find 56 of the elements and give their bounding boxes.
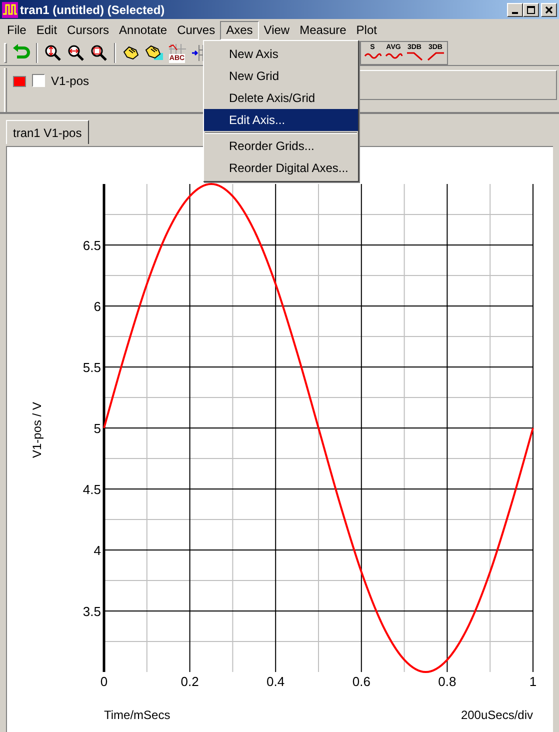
menu-item[interactable]: Plot <box>351 20 382 40</box>
close-button[interactable] <box>541 2 557 16</box>
menu-item[interactable]: New Axis <box>204 43 358 65</box>
app-logo-icon <box>2 2 18 18</box>
scale-label: 200uSecs/div <box>460 708 533 722</box>
menu-item[interactable]: File <box>2 20 32 40</box>
zoom-icon <box>90 44 108 62</box>
x-tick-label: 0.4 <box>266 674 285 689</box>
menu-item[interactable]: Delete Axis/Grid <box>204 87 358 109</box>
falling-edge-icon <box>406 52 424 60</box>
rising-edge-icon <box>426 52 444 60</box>
y-tick-label: 6.5 <box>82 238 101 253</box>
wave-icon <box>384 52 402 60</box>
legend-label: V1-pos <box>51 74 90 89</box>
wave-icon <box>364 52 382 60</box>
menu-item[interactable]: View <box>258 20 295 40</box>
zoom-button[interactable] <box>89 42 109 62</box>
menu-item[interactable]: Annotate <box>114 20 172 40</box>
menu-item[interactable]: Reorder Grids... <box>204 135 358 157</box>
menu-item[interactable]: Cursors <box>62 20 114 40</box>
close-icon <box>544 4 554 14</box>
tab[interactable]: tran1 V1-pos <box>6 120 89 144</box>
menu-item[interactable]: Reorder Digital Axes... <box>204 157 358 179</box>
x-tick-label: 1 <box>529 674 537 689</box>
maximize-icon <box>526 4 536 14</box>
x-tick-label: 0.2 <box>180 674 199 689</box>
x-tick-label: 0 <box>100 674 108 689</box>
checkbox[interactable] <box>32 74 45 87</box>
y-tick-label: 6 <box>94 299 101 314</box>
y-axis-title: V1-pos / V <box>30 402 44 458</box>
zoom-button[interactable] <box>66 42 86 62</box>
minimize-icon <box>512 12 518 14</box>
menu-item[interactable]: Axes <box>220 20 259 40</box>
y-tick-label: 3.5 <box>82 604 101 619</box>
y-tick-label: 4.5 <box>82 482 101 497</box>
window-title: tran1 (untitled) (Selected) <box>20 2 165 18</box>
zoom-icon <box>44 44 62 62</box>
x-tick-label: 0.6 <box>352 674 370 689</box>
menu-item[interactable]: Edit Axis... <box>204 109 358 131</box>
x-tick-label: 0.8 <box>438 674 456 689</box>
y-tick-label: 5.5 <box>82 360 101 375</box>
hand-button[interactable] <box>144 42 164 62</box>
hand-icon <box>121 44 141 62</box>
y-tick-label: 5 <box>94 421 101 436</box>
x-axis-title: Time/mSecs <box>104 708 170 722</box>
maximize-button[interactable] <box>523 2 539 16</box>
menu-item[interactable]: Curves <box>172 20 220 40</box>
hand-icon <box>143 44 165 62</box>
y-tick-label: 4 <box>94 543 101 558</box>
undo-icon <box>11 44 31 62</box>
zoom-icon <box>67 44 85 62</box>
menu-item[interactable]: Edit <box>31 20 62 40</box>
minimize-button[interactable] <box>507 2 523 16</box>
zoom-button[interactable] <box>43 42 63 62</box>
menu-item[interactable]: New Grid <box>204 65 358 87</box>
menu-item[interactable]: Measure <box>294 20 352 40</box>
